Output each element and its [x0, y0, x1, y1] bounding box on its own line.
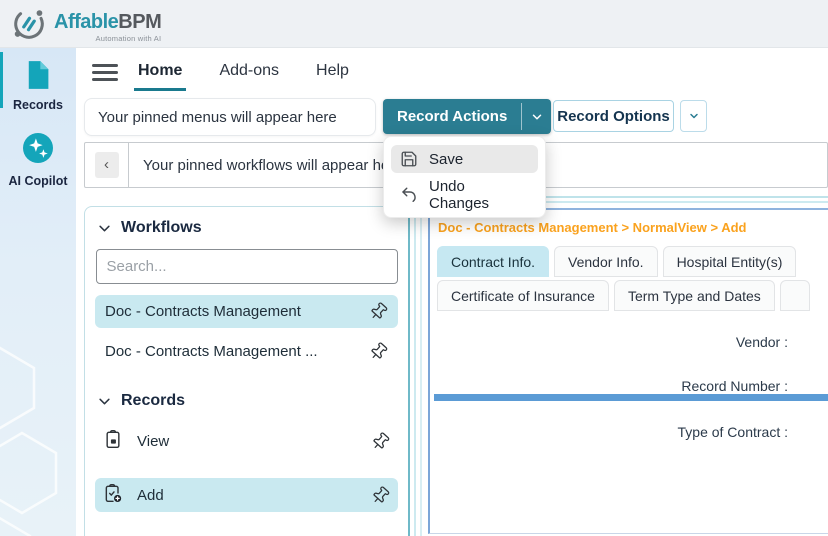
- records-document-icon: [24, 60, 52, 95]
- nav-tab-home[interactable]: Home: [134, 60, 187, 91]
- tab-term-type-and-dates[interactable]: Term Type and Dates: [613, 280, 775, 311]
- record-item-add[interactable]: Add: [95, 478, 398, 512]
- record-item-label: Add: [137, 486, 164, 504]
- tab-contract-info[interactable]: Contract Info.: [437, 246, 550, 277]
- top-nav: Home Add-ons Help: [134, 60, 353, 91]
- record-item-view[interactable]: View: [95, 424, 398, 458]
- record-number-field-bar[interactable]: [434, 394, 828, 401]
- brand-tagline: Automation with AI: [95, 33, 162, 43]
- pin-icon[interactable]: [365, 298, 392, 325]
- record-actions-dropdown-menu: Save Undo Changes: [383, 136, 546, 218]
- ai-copilot-sparkles-icon: [20, 130, 56, 171]
- form-tabs-row-1: Contract Info. Vendor Info. Hospital Ent…: [437, 246, 797, 277]
- scroll-left-chevron-button[interactable]: ‹: [94, 152, 119, 178]
- vendor-field-label: Vendor :: [735, 334, 788, 350]
- pinned-menus-bar: Your pinned menus will appear here: [84, 98, 376, 136]
- workflow-search-input[interactable]: [95, 249, 398, 284]
- logo-text: AffableBPM Automation with AI: [54, 10, 162, 43]
- records-section-title: Records: [121, 392, 186, 409]
- tab-vendor-info[interactable]: Vendor Info.: [554, 246, 658, 277]
- record-number-field-label: Record Number :: [681, 378, 788, 394]
- workflow-item-label: Doc - Contracts Management: [105, 303, 301, 320]
- chevron-down-icon: [689, 113, 698, 119]
- hamburger-menu-icon[interactable]: [92, 64, 118, 81]
- tab-clipped[interactable]: [779, 280, 810, 311]
- chevron-down-icon: [97, 221, 112, 236]
- chevron-down-icon: [97, 394, 112, 409]
- workflows-section-header[interactable]: Workflows: [85, 217, 408, 245]
- pin-icon[interactable]: [367, 482, 394, 509]
- clipboard-view-icon: [103, 429, 123, 453]
- sidebar-records-label: Records: [12, 98, 64, 112]
- record-options-button[interactable]: Record Options: [553, 100, 674, 132]
- brand-secondary: BPM: [118, 10, 162, 33]
- logo-icon: [10, 5, 48, 48]
- record-item-label: View: [137, 432, 170, 450]
- tab-certificate-of-insurance[interactable]: Certificate of Insurance: [437, 280, 609, 311]
- workflows-section-title: Workflows: [121, 219, 202, 236]
- top-header: AffableBPM Automation with AI: [0, 0, 828, 48]
- app-logo: AffableBPM Automation with AI: [10, 5, 162, 48]
- nav-tab-add-ons[interactable]: Add-ons: [215, 60, 283, 91]
- brand-primary: Affable: [54, 10, 119, 33]
- workflow-item-doc-contracts-management[interactable]: Doc - Contracts Management: [95, 295, 398, 328]
- save-floppy-icon: [400, 150, 418, 168]
- type-of-contract-field-label: Type of Contract :: [677, 424, 789, 440]
- workflow-item-label: Doc - Contracts Management ...: [105, 343, 318, 360]
- pinned-workflows-placeholder: Your pinned workflows will appear here: [143, 156, 403, 174]
- tab-hospital-entities[interactable]: Hospital Entity(s): [662, 246, 797, 277]
- record-form-panel: Doc - Contracts Management > NormalView …: [428, 208, 828, 534]
- main-area: Home Add-ons Help Your pinned menus will…: [76, 48, 828, 536]
- records-section-header[interactable]: Records: [85, 390, 408, 418]
- clipboard-add-icon: [103, 483, 123, 507]
- undo-arrow-icon: [400, 186, 418, 204]
- pinned-workflows-scroll-cell: ‹: [85, 143, 129, 187]
- workflows-panel: Workflows Doc - Contracts Management Doc…: [84, 206, 410, 536]
- record-actions-label: Record Actions: [397, 108, 508, 125]
- breadcrumb: Doc - Contracts Management > NormalView …: [438, 220, 747, 235]
- form-tabs-row-2: Certificate of Insurance Term Type and D…: [437, 280, 810, 311]
- pinned-menus-placeholder: Your pinned menus will appear here: [98, 108, 337, 126]
- pin-icon[interactable]: [365, 338, 392, 365]
- app-window: AffableBPM Automation with AI Records AI…: [0, 0, 828, 536]
- sidebar-ai-copilot-label: AI Copilot: [8, 174, 68, 188]
- nav-tab-help[interactable]: Help: [312, 60, 353, 91]
- record-actions-button[interactable]: Record Actions: [383, 99, 552, 134]
- record-options-chevron-down-button[interactable]: [680, 100, 707, 132]
- record-actions-chevron-down-icon[interactable]: [522, 99, 551, 134]
- menu-item-undo-changes[interactable]: Undo Changes: [391, 178, 538, 212]
- workflow-item-doc-contracts-management-2[interactable]: Doc - Contracts Management ...: [95, 335, 398, 368]
- record-options-label: Record Options: [557, 107, 670, 125]
- menu-item-save[interactable]: Save: [391, 145, 538, 173]
- panel-splitter: [420, 206, 422, 536]
- left-rail: Records AI Copilot: [0, 48, 76, 536]
- menu-item-label: Undo Changes: [429, 178, 490, 212]
- pin-icon[interactable]: [367, 428, 394, 455]
- menu-item-label: Save: [429, 150, 464, 168]
- sidebar-item-ai-copilot[interactable]: AI Copilot: [0, 124, 76, 188]
- sidebar-item-records[interactable]: Records: [0, 48, 76, 112]
- panel-splitter[interactable]: [414, 206, 416, 536]
